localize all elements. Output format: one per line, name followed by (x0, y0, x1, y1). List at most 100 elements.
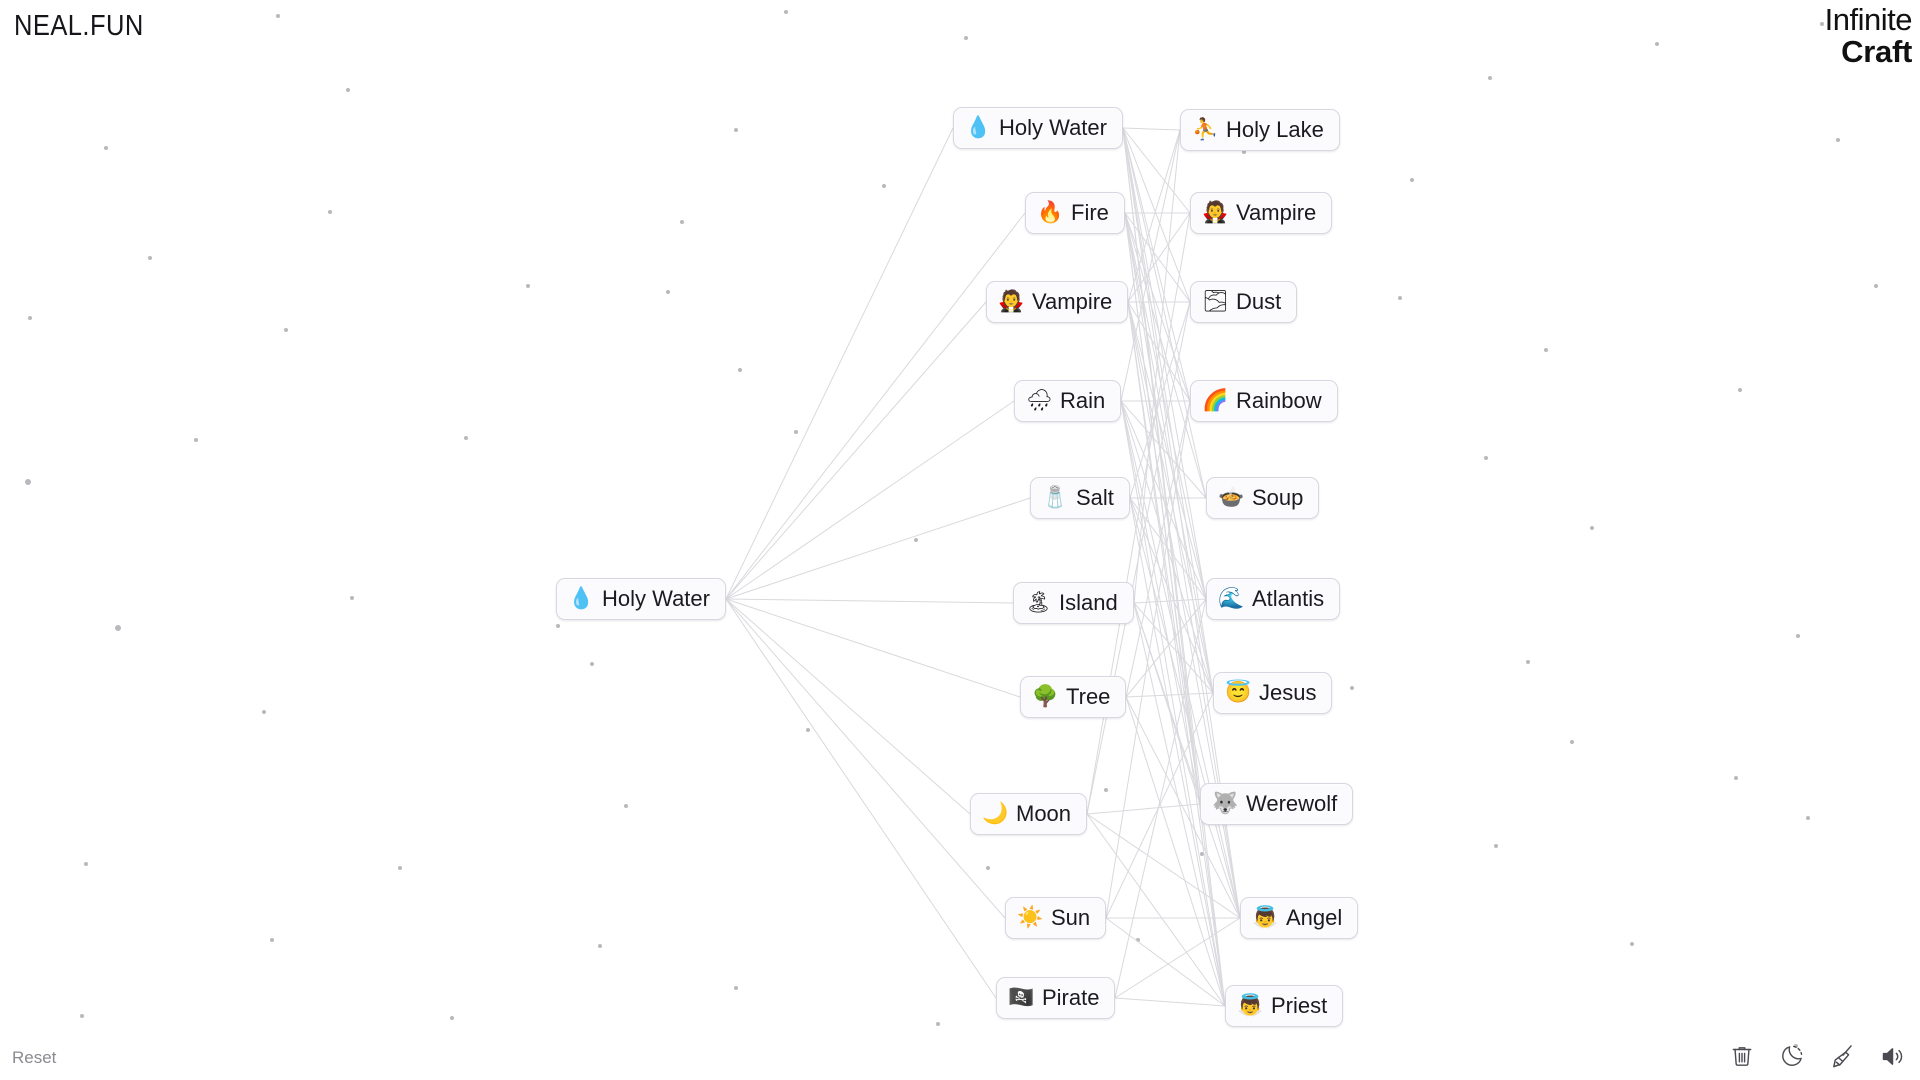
edge-line (1127, 301, 1191, 402)
star-dot (450, 1016, 454, 1020)
star-field (0, 0, 1920, 1080)
star-dot (194, 438, 198, 442)
infinite-craft-logo: Infinite Craft (1824, 2, 1913, 69)
edge-line (725, 497, 1031, 600)
speaker-icon[interactable] (1878, 1042, 1906, 1070)
element-node-holy-water-root[interactable]: 💧 Holy Water (556, 578, 726, 621)
element-node-salt[interactable]: 🧂 Salt (1030, 477, 1130, 520)
trash-icon[interactable] (1728, 1042, 1756, 1070)
star-dot (464, 436, 468, 440)
neal-fun-logo[interactable]: NEAL.FUN (14, 10, 144, 43)
star-dot (806, 728, 810, 732)
element-node-holy-lake[interactable]: ⛹ Holy Lake (1180, 109, 1340, 152)
element-emoji-icon: 🌧 (1026, 389, 1053, 413)
edge-line (1105, 692, 1214, 919)
star-dot (1734, 776, 1738, 780)
element-node-island[interactable]: 🏝 Island (1013, 582, 1134, 625)
star-dot (115, 625, 121, 631)
star-dot (398, 866, 402, 870)
element-node-jesus[interactable]: 😇 Jesus (1213, 672, 1333, 715)
element-node-vampire-left[interactable]: 🧛 Vampire (986, 281, 1129, 324)
element-label: Tree (1066, 684, 1111, 709)
edge-line (1133, 598, 1207, 604)
edge-line (1120, 129, 1181, 402)
element-node-pirate[interactable]: 🏴‍☠️ Pirate (996, 977, 1116, 1020)
reset-button[interactable]: Reset (12, 1048, 56, 1068)
element-label: Soup (1252, 485, 1304, 510)
element-node-rain[interactable]: 🌧 Rain (1014, 380, 1122, 423)
element-node-rainbow[interactable]: 🌈 Rainbow (1190, 380, 1338, 423)
element-emoji-icon: 👼 (1252, 906, 1279, 930)
star-dot (84, 862, 88, 866)
edge-line (1114, 917, 1241, 999)
element-emoji-icon: ☀️ (1017, 906, 1044, 930)
edge-line (1122, 127, 1201, 805)
element-label: Fire (1071, 200, 1109, 225)
star-dot (882, 184, 886, 188)
star-dot (1796, 634, 1800, 638)
element-node-priest[interactable]: 👼 Priest (1225, 985, 1344, 1028)
star-dot (262, 710, 266, 714)
star-dot (328, 210, 332, 214)
logo-line-infinite: Infinite (1824, 2, 1913, 37)
edge-line (725, 301, 987, 600)
star-dot (1398, 296, 1402, 300)
element-emoji-icon: 🧂 (1042, 486, 1069, 510)
element-label: Jesus (1259, 680, 1317, 705)
element-node-holy-water-top[interactable]: 💧 Holy Water (953, 107, 1123, 150)
edge-line (1124, 212, 1191, 402)
moon-icon[interactable] (1778, 1042, 1806, 1070)
element-node-tree[interactable]: 🌳 Tree (1020, 676, 1127, 719)
edge-line (1129, 301, 1191, 499)
edge-line (725, 598, 1006, 919)
star-dot (1570, 740, 1574, 744)
element-emoji-icon: 😇 (1225, 681, 1252, 705)
star-dot (590, 662, 594, 666)
element-emoji-icon: 🍲 (1218, 486, 1245, 510)
element-node-atlantis[interactable]: 🌊 Atlantis (1206, 578, 1341, 621)
edge-line (725, 127, 954, 600)
star-dot (1410, 178, 1414, 182)
broom-icon[interactable] (1828, 1042, 1856, 1070)
infinite-craft-canvas[interactable]: NEAL.FUN Infinite Craft 💧 Holy Water 💧 Holy… (0, 0, 1920, 1080)
element-node-vampire-right[interactable]: 🧛 Vampire (1190, 192, 1333, 235)
edge-line (725, 598, 1014, 604)
star-dot (25, 479, 31, 485)
element-emoji-icon: 🌊 (1218, 587, 1245, 611)
element-emoji-icon: 🏝 (1025, 591, 1052, 615)
logo-line-craft: Craft (1841, 33, 1912, 69)
star-dot (1874, 284, 1878, 288)
star-dot (964, 36, 968, 40)
element-node-moon[interactable]: 🌙 Moon (970, 793, 1088, 836)
element-label: Angel (1286, 905, 1343, 930)
element-node-dust[interactable]: 🌫 Dust (1190, 281, 1298, 324)
star-dot (1590, 526, 1594, 530)
element-node-werewolf[interactable]: 🐺 Werewolf (1200, 783, 1354, 826)
star-dot (1836, 138, 1840, 142)
star-dot (680, 220, 684, 224)
element-node-angel[interactable]: 👼 Angel (1240, 897, 1359, 940)
star-dot (1350, 686, 1354, 690)
star-dot (556, 624, 560, 628)
star-dot (148, 256, 152, 260)
element-node-fire[interactable]: 🔥 Fire (1025, 192, 1125, 235)
element-node-soup[interactable]: 🍲 Soup (1206, 477, 1320, 520)
edge-line (1129, 497, 1214, 694)
star-dot (350, 596, 354, 600)
element-label: Island (1059, 590, 1118, 615)
element-emoji-icon: 🌙 (982, 802, 1009, 826)
edge-line (1127, 129, 1181, 303)
element-node-sun[interactable]: ☀️ Sun (1005, 897, 1107, 940)
edge-line (725, 598, 971, 815)
edge-line (1086, 803, 1201, 815)
star-dot (1738, 388, 1742, 392)
element-label: Holy Lake (1226, 117, 1324, 142)
star-dot (734, 986, 738, 990)
edge-line (1086, 813, 1241, 919)
element-emoji-icon: ⛹ (1192, 118, 1219, 142)
element-label: Salt (1076, 485, 1114, 510)
edge-line (1129, 497, 1226, 1007)
element-label: Moon (1016, 801, 1072, 826)
element-label: Werewolf (1246, 791, 1338, 816)
edge-line (725, 400, 1015, 600)
